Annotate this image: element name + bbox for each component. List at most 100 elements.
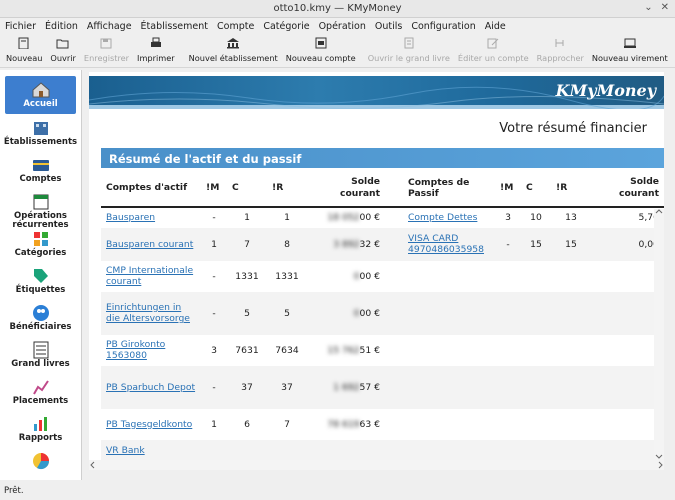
liability-r [551, 292, 591, 335]
categories-icon [31, 229, 51, 247]
asset-name-link[interactable]: Einrichtungen in die Altersvorsorge [106, 302, 190, 324]
liability-c [521, 260, 551, 293]
toolbar-button-1[interactable]: Ouvrir [46, 34, 80, 63]
menu-7[interactable]: Outils [375, 21, 402, 32]
liability-name[interactable]: Compte Dettes [385, 207, 495, 229]
table-row: Einrichtungen in die Altersvorsorge -5 5 00… [101, 292, 664, 335]
toolbar-button-8[interactable]: Rapprocher [533, 34, 588, 63]
app-logo: KMyMoney [555, 81, 656, 100]
sidebar-item-4[interactable]: Catégories [0, 225, 81, 262]
toolbar-label: Nouveau compte [285, 53, 356, 63]
sidebar-item-label: Bénéficiaires [9, 322, 72, 332]
close-icon[interactable]: ✕ [661, 2, 669, 13]
liability-m [495, 440, 521, 461]
liability-name [385, 292, 495, 335]
toolbar-label: Ouvrir [50, 53, 76, 63]
asset-name-link[interactable]: PB Girokonto 1563080 [106, 339, 165, 361]
asset-c: 1 [227, 207, 267, 229]
horizontal-scrollbar[interactable] [89, 460, 664, 470]
asset-c: 37 [227, 366, 267, 409]
toolbar-button-3[interactable]: Imprimer [133, 34, 179, 63]
asset-name-link[interactable]: VR Bank [106, 445, 145, 456]
asset-name[interactable]: Einrichtungen in die Altersvorsorge [101, 292, 201, 335]
sidebar-item-8[interactable]: Placements [0, 373, 81, 410]
toolbar-label: Enregistrer [83, 53, 130, 63]
liability-name-link[interactable]: Compte Dettes [408, 212, 477, 223]
bank-icon [226, 37, 240, 49]
menu-3[interactable]: Établissement [141, 21, 208, 32]
col-liabilities: Comptes de Passif [385, 169, 495, 208]
sidebar-item-10[interactable] [0, 447, 81, 484]
liability-m [495, 334, 521, 367]
menu-5[interactable]: Catégorie [263, 21, 309, 32]
table-row: CMP Internationale courant -1331 1331 000 € [101, 260, 664, 293]
minimize-icon[interactable]: ⌄ [644, 2, 652, 13]
asset-name[interactable]: PB Tagesgeldkonto [101, 408, 201, 441]
sidebar-item-9[interactable]: Rapports [0, 410, 81, 447]
asset-r: 7 [267, 408, 307, 441]
vertical-scrollbar[interactable] [654, 209, 664, 459]
asset-r [267, 440, 307, 461]
asset-name[interactable]: PB Sparbuch Depot [101, 366, 201, 409]
menu-1[interactable]: Édition [45, 21, 78, 32]
asset-r: 7634 [267, 334, 307, 367]
transfer-icon [623, 37, 637, 49]
asset-name-link[interactable]: Bausparen [106, 212, 155, 223]
menu-6[interactable]: Opération [319, 21, 366, 32]
toolbar-button-4[interactable]: Nouvel établissement [185, 34, 282, 63]
sidebar-item-2[interactable]: Comptes [0, 151, 81, 188]
new-account-icon [314, 37, 328, 49]
sidebar-item-label: Grand livres [11, 359, 70, 369]
asset-name-link[interactable]: PB Sparbuch Depot [106, 382, 195, 393]
asset-balance: 78 61963 € [307, 408, 385, 441]
toolbar-button-5[interactable]: Nouveau compte [282, 34, 360, 63]
col-assets: Comptes d'actif [101, 169, 201, 208]
menu-9[interactable]: Aide [485, 21, 506, 32]
asset-name[interactable]: Bausparen [101, 207, 201, 229]
asset-name-link[interactable]: Bausparen courant [106, 239, 193, 250]
col-balance: Solde courant [307, 169, 385, 208]
window-title: otto10.kmy — KMyMoney [273, 3, 402, 14]
asset-name[interactable]: VR Bank [101, 440, 201, 461]
sidebar-item-5[interactable]: Étiquettes [0, 262, 81, 299]
sidebar-item-6[interactable]: Bénéficiaires [0, 299, 81, 336]
asset-name-link[interactable]: PB Tagesgeldkonto [106, 419, 192, 430]
sidebar-item-7[interactable]: Grand livres [0, 336, 81, 373]
balance-hidden-amount: 3 892 [333, 238, 360, 250]
asset-r: 8 [267, 228, 307, 261]
liability-m [495, 260, 521, 293]
asset-name[interactable]: CMP Internationale courant [101, 260, 201, 293]
toolbar-button-7[interactable]: Éditer un compte [454, 34, 533, 63]
menu-8[interactable]: Configuration [411, 21, 475, 32]
toolbar-button-6[interactable]: Ouvrir le grand livre [364, 34, 454, 63]
balance-amount-tail: 63 € [359, 418, 380, 430]
toolbar-button-9[interactable]: Nouveau virement [588, 34, 672, 63]
liability-r [551, 408, 591, 441]
liability-c: 10 [521, 207, 551, 229]
table-row: Bausparen -1 1 18 05200 € Compte Dettes 3 10 13… [101, 207, 664, 229]
menu-4[interactable]: Compte [217, 21, 254, 32]
liability-name-link[interactable]: VISA CARD 4970486035958 [408, 233, 484, 255]
toolbar-button-0[interactable]: Nouveau [2, 34, 46, 63]
asset-name[interactable]: PB Girokonto 1563080 [101, 334, 201, 367]
col-lbalance: Solde courant [591, 169, 664, 208]
pie-chart-icon [31, 451, 51, 470]
open-folder-icon [56, 37, 70, 49]
home-view: KMyMoney Votre résumé financier Résumé d… [89, 72, 664, 470]
liability-c [521, 292, 551, 335]
asset-balance: 18 05200 € [307, 207, 385, 229]
asset-balance: 1 69257 € [307, 366, 385, 409]
sidebar-item-3[interactable]: Opérations récurrentes [0, 188, 81, 230]
liability-name[interactable]: VISA CARD 4970486035958 [385, 228, 495, 261]
sidebar-item-1[interactable]: Établissements [0, 114, 81, 151]
asset-name-link[interactable]: CMP Internationale courant [106, 265, 193, 287]
liability-m: 3 [495, 207, 521, 229]
sidebar-item-0[interactable]: Accueil [5, 76, 76, 114]
menu-0[interactable]: Fichier [5, 21, 36, 32]
asset-name[interactable]: Bausparen courant [101, 228, 201, 261]
accounts-icon [31, 155, 51, 173]
menu-2[interactable]: Affichage [87, 21, 132, 32]
toolbar-button-2[interactable]: Enregistrer [80, 34, 133, 63]
asset-m: 1 [201, 408, 227, 441]
sidebar-item-label: Opérations récurrentes [12, 211, 69, 230]
